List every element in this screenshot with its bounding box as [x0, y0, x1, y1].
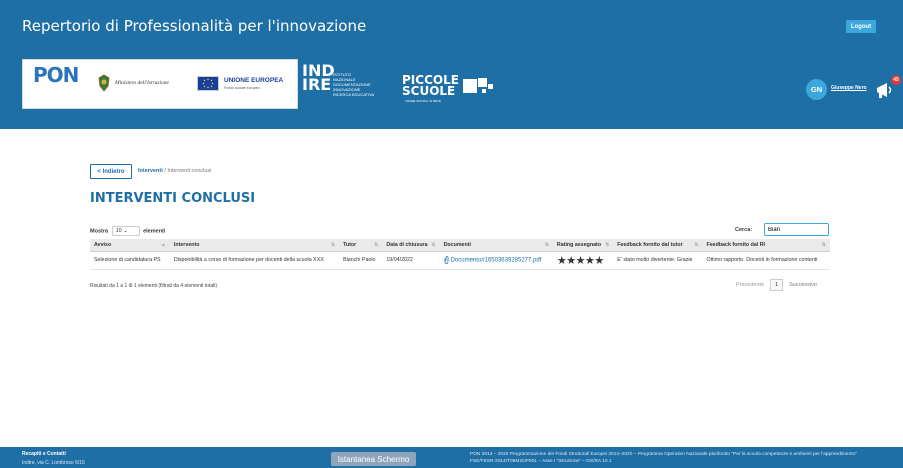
- puzzle-icon: [462, 76, 496, 98]
- sort-icon: ⇅: [330, 241, 336, 248]
- column-header-intervento[interactable]: Intervento ⇅: [169, 239, 340, 252]
- search-input[interactable]: [764, 223, 829, 236]
- page-length-select[interactable]: 10 ⌄: [111, 226, 140, 236]
- breadcrumb-interventi-link[interactable]: Interventi: [138, 168, 163, 174]
- cell-data-chiusura: 19/04/2022: [382, 251, 440, 270]
- pagination: Precedente 1 Successivo: [736, 279, 817, 291]
- cell-tutor: Bianchi Paolo: [339, 251, 383, 270]
- pagination-next[interactable]: Successivo: [789, 282, 817, 288]
- eu-flag-icon: [197, 76, 219, 91]
- eu-sublabel: Fondo sociale europeo: [224, 86, 260, 90]
- back-button[interactable]: < Indietro: [90, 164, 132, 179]
- column-header-documenti[interactable]: Documenti ⇅: [439, 239, 553, 252]
- column-header-feedback-tutor[interactable]: Feedback fornito dal tutor ⇅: [613, 239, 703, 252]
- column-header-feedback-ri[interactable]: Feedback fornito dal RI ⇅: [702, 239, 830, 252]
- cell-intervento: Disponibilità a corso di formazione per …: [169, 251, 340, 270]
- pagination-previous[interactable]: Precedente: [736, 282, 764, 288]
- table-header-row: Avviso ▲ Intervento ⇅ Tutor ⇅ Data di chius…: [90, 239, 830, 252]
- pon-logo: PON: [33, 63, 79, 87]
- sort-icon: ⇅: [821, 241, 826, 248]
- show-prefix-label: Mostra: [90, 228, 109, 235]
- user-name-link[interactable]: Giuseppe Nero: [831, 85, 867, 91]
- piccole-scuole-sublabel: TRAME SOCIALI IN RETE: [405, 99, 441, 103]
- sort-icon: ⇅: [374, 241, 379, 248]
- page-length-value: 10: [115, 228, 122, 234]
- ministero-label: Ministero dell'Istruzione: [115, 80, 169, 86]
- piccole-scuole-logo: PICCOLE SCUOLE: [402, 73, 459, 98]
- table-info-text: Risultati da 1 a 1 di 1 elementi (filtra…: [90, 283, 218, 289]
- chevron-down-icon: ⌄: [123, 228, 128, 234]
- column-header-rating[interactable]: Rating assegnato ⇅: [552, 239, 614, 252]
- notification-badge: 45: [891, 75, 901, 85]
- sort-icon: ⇅: [431, 241, 436, 248]
- document-link[interactable]: Documento#16503639285277.pdf: [451, 257, 542, 263]
- footer-address: Indire, via C. Lombroso 6/15: [22, 460, 85, 466]
- sort-asc-icon: ▲: [160, 241, 166, 248]
- column-header-tutor[interactable]: Tutor ⇅: [339, 239, 383, 252]
- logout-button[interactable]: Logout: [846, 20, 876, 33]
- indire-logo: IND IRE: [302, 61, 335, 94]
- column-header-data-chiusura[interactable]: Data di chiusura ⇅: [382, 239, 440, 252]
- table-row: Selezione di candidatura PS Disponibilit…: [90, 251, 830, 270]
- cell-rating: ★★★★★: [552, 251, 614, 270]
- cell-feedback-tutor: E' stato molto divertente. Grazie: [613, 251, 703, 270]
- partner-logos-box: PON Ministero dell'Istruzione UNIONE EUR…: [22, 59, 298, 109]
- sort-icon: ⇅: [694, 241, 699, 248]
- pagination-page-1[interactable]: 1: [770, 279, 784, 291]
- ministero-emblem-icon: [97, 74, 111, 92]
- page-title: INTERVENTI CONCLUSI: [90, 191, 256, 206]
- sort-icon: ⇅: [544, 241, 549, 248]
- user-avatar[interactable]: GN: [806, 79, 827, 100]
- cell-documenti: Documento#16503639285277.pdf: [439, 251, 553, 270]
- interventions-table: Avviso ▲ Intervento ⇅ Tutor ⇅ Data di chius…: [90, 239, 830, 270]
- show-suffix-label: elementi: [143, 228, 166, 235]
- cell-feedback-ri: Ottimo rapporto. Docenti in formazione c…: [702, 251, 830, 270]
- paperclip-icon: [444, 256, 449, 264]
- breadcrumb-current: Interventi conclusi: [167, 168, 212, 174]
- search-label: Cerca:: [735, 227, 753, 233]
- cell-avviso: Selezione di candidatura PS: [90, 251, 170, 270]
- screenshot-button[interactable]: Istantanea Schermo: [331, 452, 416, 466]
- app-title: Repertorio di Professionalità per l'inno…: [22, 17, 367, 35]
- page-length-control: Mostra 10 ⌄ elementi: [90, 226, 165, 236]
- breadcrumb: Interventi / Interventi conclusi: [138, 168, 211, 174]
- eu-label: UNIONE EUROPEA: [224, 77, 284, 84]
- footer-pon-text: PON 2014 – 2020 Programmazione dei Fondi…: [470, 452, 857, 464]
- rating-stars: ★★★★★: [556, 254, 604, 267]
- sort-icon: ⇅: [605, 241, 610, 248]
- column-header-avviso[interactable]: Avviso ▲: [90, 239, 170, 252]
- footer-contacts-title: Recapiti e Contatti: [22, 451, 66, 457]
- indire-description: ISTITUTO NAZIONALE DOCUMENTAZIONE INNOVAZIO…: [333, 72, 375, 97]
